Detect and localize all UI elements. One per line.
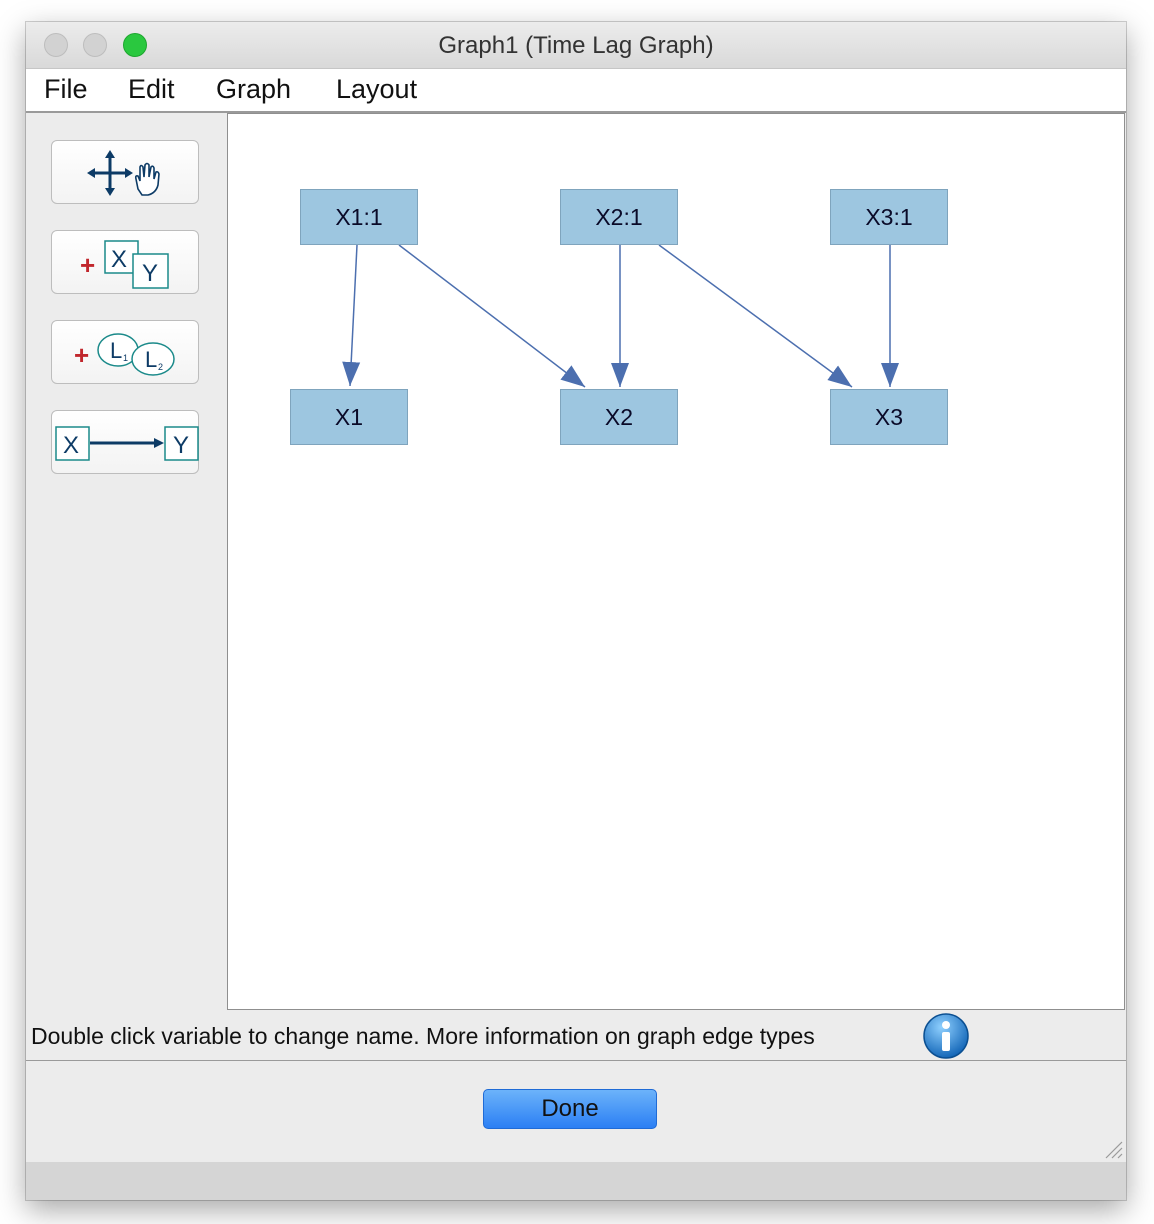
- node-x1-lag1[interactable]: X1:1: [300, 189, 418, 245]
- move-hand-icon: [87, 150, 160, 196]
- menu-file[interactable]: File: [44, 74, 88, 105]
- tool-palette: + X Y + L 1 L 2 X Y: [26, 113, 226, 1010]
- svg-text:Y: Y: [142, 260, 158, 287]
- menu-bar: File Edit Graph Layout: [26, 69, 1126, 113]
- svg-text:Y: Y: [173, 432, 189, 459]
- node-x2[interactable]: X2: [560, 389, 678, 445]
- window-title: Graph1 (Time Lag Graph): [438, 32, 714, 59]
- edge-x1-1-to-x2[interactable]: [398, 244, 586, 388]
- resize-grip-icon[interactable]: [1100, 1136, 1124, 1160]
- graph-edges: [342, 244, 899, 388]
- edge-x1-1-to-x1[interactable]: [342, 244, 361, 387]
- menu-edit[interactable]: Edit: [128, 74, 175, 105]
- svg-text:2: 2: [158, 362, 163, 372]
- node-x3[interactable]: X3: [830, 389, 948, 445]
- add-latent-variable-icon: + L 1 L 2: [74, 333, 175, 376]
- add-measured-variable-icon: + X Y: [80, 240, 169, 289]
- status-bar: Double click variable to change name. Mo…: [26, 1010, 1126, 1061]
- menu-graph[interactable]: Graph: [216, 74, 291, 105]
- svg-text:L: L: [110, 338, 122, 363]
- node-x1[interactable]: X1: [290, 389, 408, 445]
- svg-text:+: +: [74, 340, 89, 370]
- directed-edge-icon: X Y: [55, 426, 199, 461]
- menu-layout[interactable]: Layout: [336, 74, 417, 105]
- status-text: Double click variable to change name. Mo…: [31, 1023, 815, 1049]
- node-x3-lag1[interactable]: X3:1: [830, 189, 948, 245]
- svg-text:X: X: [111, 246, 127, 273]
- svg-text:+: +: [80, 250, 95, 280]
- add-variable-tool-button[interactable]: + X Y: [51, 230, 199, 294]
- title-bar: Graph1 (Time Lag Graph): [26, 22, 1126, 69]
- info-icon[interactable]: [922, 1012, 970, 1060]
- svg-text:L: L: [145, 347, 157, 372]
- window-bottom-strip: [26, 1162, 1126, 1200]
- node-x2-lag1[interactable]: X2:1: [560, 189, 678, 245]
- add-latent-tool-button[interactable]: + L 1 L 2: [51, 320, 199, 384]
- svg-text:1: 1: [123, 353, 128, 363]
- app-window: Graph1 (Time Lag Graph) File Edit Graph …: [26, 22, 1126, 1200]
- svg-text:X: X: [63, 432, 79, 459]
- graph-canvas[interactable]: X1:1 X2:1 X3:1 X1 X2 X3: [227, 113, 1125, 1010]
- edge-x2-1-to-x3[interactable]: [658, 244, 853, 388]
- move-tool-button[interactable]: [51, 140, 199, 204]
- add-edge-tool-button[interactable]: X Y: [51, 410, 199, 474]
- done-button[interactable]: Done: [483, 1089, 657, 1129]
